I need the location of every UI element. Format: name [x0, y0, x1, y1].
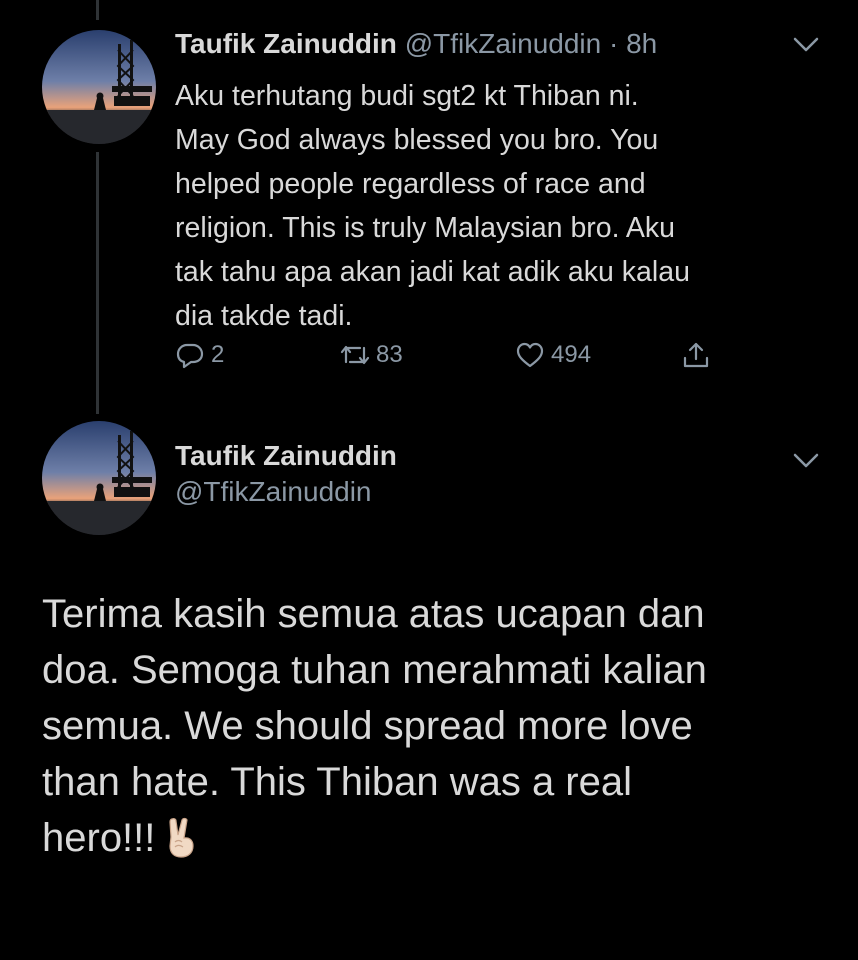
avatar-image [42, 30, 156, 144]
retweet-count: 83 [376, 341, 403, 368]
tweet-header: Taufik Zainuddin @TfikZainuddin · 8h [175, 28, 657, 60]
avatar-image [42, 421, 156, 535]
tweet-text: Terima kasih semua atas ucapan dan doa. … [42, 586, 832, 866]
tweet-text: Aku terhutang budi sgt2 kt Thiban ni. Ma… [175, 80, 690, 332]
avatar[interactable] [42, 30, 156, 144]
avatar[interactable] [42, 421, 156, 535]
chevron-down-icon[interactable] [792, 36, 820, 54]
user-handle[interactable]: @TfikZainuddin [405, 28, 602, 59]
chevron-down-icon[interactable] [792, 452, 820, 470]
retweet-button[interactable]: 83 [340, 340, 403, 370]
reply-count: 2 [211, 341, 225, 368]
tweet-header: Taufik Zainuddin [175, 440, 397, 472]
display-name[interactable]: Taufik Zainuddin [175, 440, 397, 471]
share-icon [681, 340, 711, 370]
reply-button[interactable]: 2 [175, 340, 224, 370]
like-count: 494 [551, 341, 592, 368]
like-button[interactable]: 494 [515, 340, 591, 370]
victory-hand-emoji-icon [163, 815, 199, 859]
retweet-icon [340, 340, 370, 370]
user-handle[interactable]: @TfikZainuddin [175, 476, 372, 508]
tweet-actions: 2 83 494 [175, 340, 735, 380]
reply-icon [175, 340, 205, 370]
display-name[interactable]: Taufik Zainuddin [175, 28, 397, 59]
tweet-text-content: Terima kasih semua atas ucapan dan doa. … [42, 592, 707, 860]
thread-line-top [96, 0, 99, 20]
tweet-time[interactable]: · 8h [609, 28, 657, 59]
share-button[interactable] [681, 340, 711, 370]
heart-icon [515, 340, 545, 370]
thread-line-connector [96, 152, 99, 414]
